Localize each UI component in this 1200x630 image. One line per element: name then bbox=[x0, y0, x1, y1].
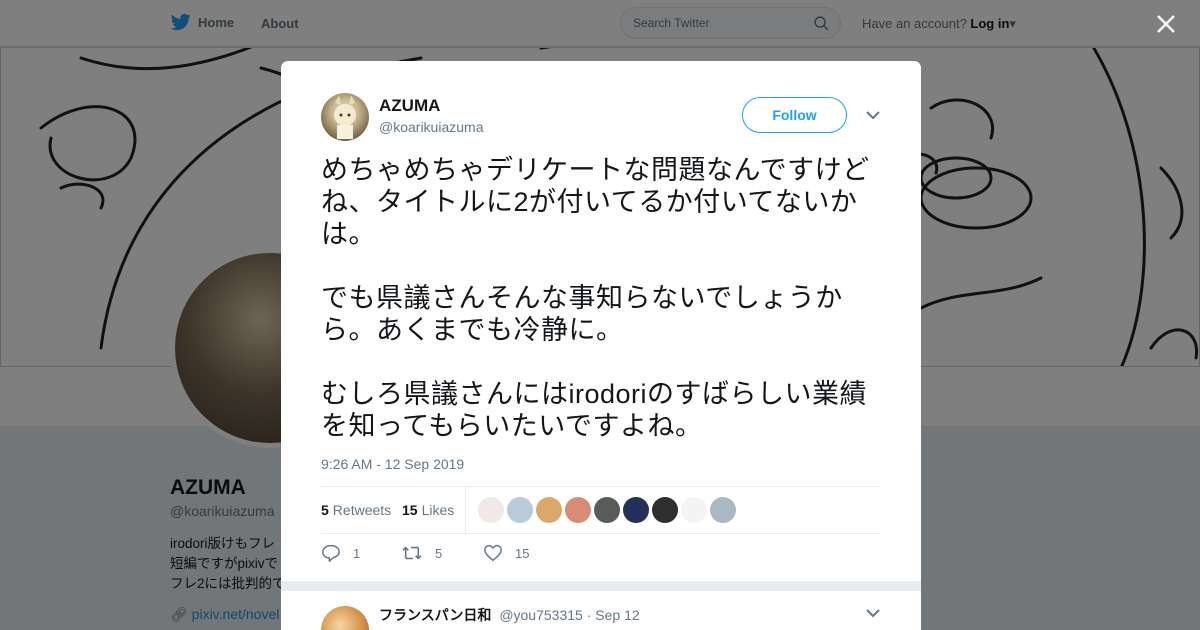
like-count: 15 bbox=[515, 545, 530, 561]
stats-divider bbox=[465, 487, 466, 533]
tweet-timestamp[interactable]: 9:26 AM - 12 Sep 2019 bbox=[321, 456, 464, 472]
author-avatar[interactable] bbox=[321, 93, 369, 141]
tweet-modal: AZUMA @koarikuiazuma Follow めちゃめちゃデリケートな… bbox=[281, 61, 921, 630]
liker-avatar-1[interactable] bbox=[478, 497, 504, 523]
reply-separator bbox=[281, 581, 921, 591]
retweet-count: 5 bbox=[435, 545, 443, 561]
reply-author-name[interactable]: フランスパン日和 bbox=[379, 607, 491, 623]
reply-date[interactable]: · Sep 12 bbox=[587, 607, 640, 623]
author-handle[interactable]: @koarikuiazuma bbox=[379, 119, 483, 135]
chevron-down-icon[interactable] bbox=[865, 109, 881, 121]
tweet-actions: 1 5 15 bbox=[321, 544, 881, 566]
retweet-action[interactable]: 5 bbox=[401, 544, 442, 562]
liker-avatar-5[interactable] bbox=[594, 497, 620, 523]
reply-action[interactable]: 1 bbox=[321, 544, 360, 562]
reply-icon[interactable] bbox=[321, 544, 341, 562]
liker-avatar-3[interactable] bbox=[536, 497, 562, 523]
reply-count: 1 bbox=[353, 545, 361, 561]
tweet-text: めちゃめちゃデリケートな問題なんですけどね、タイトルに2が付いてるか付いてないか… bbox=[321, 155, 870, 441]
likes-stat[interactable]: 15 Likes bbox=[402, 502, 454, 518]
liker-avatar-6[interactable] bbox=[623, 497, 649, 523]
heart-icon[interactable] bbox=[483, 544, 503, 562]
likes-count: 15 bbox=[402, 502, 418, 518]
liker-avatar-4[interactable] bbox=[565, 497, 591, 523]
reply-header: フランスパン日和 @you753315 · Sep 12 bbox=[379, 605, 640, 625]
liker-avatar-7[interactable] bbox=[652, 497, 678, 523]
retweet-icon[interactable] bbox=[401, 544, 423, 562]
reply-author-avatar[interactable] bbox=[321, 606, 369, 630]
author-name[interactable]: AZUMA bbox=[379, 96, 440, 116]
retweets-label: Retweets bbox=[332, 502, 392, 518]
author-avatar-illustration bbox=[334, 95, 356, 139]
tweet-stats: 5 Retweets 15 Likes bbox=[321, 486, 881, 534]
likes-label: Likes bbox=[421, 502, 455, 518]
close-icon[interactable] bbox=[1152, 10, 1180, 38]
retweets-stat[interactable]: 5 Retweets bbox=[321, 502, 391, 518]
reply-author-handle[interactable]: @you753315 bbox=[499, 607, 583, 623]
liker-avatar-8[interactable] bbox=[681, 497, 707, 523]
liker-avatar-default[interactable] bbox=[710, 497, 736, 523]
like-action[interactable]: 15 bbox=[483, 544, 529, 562]
follow-button[interactable]: Follow bbox=[742, 97, 847, 133]
retweets-count: 5 bbox=[321, 502, 329, 518]
liker-avatar-2[interactable] bbox=[507, 497, 533, 523]
chevron-down-icon[interactable] bbox=[865, 607, 881, 619]
